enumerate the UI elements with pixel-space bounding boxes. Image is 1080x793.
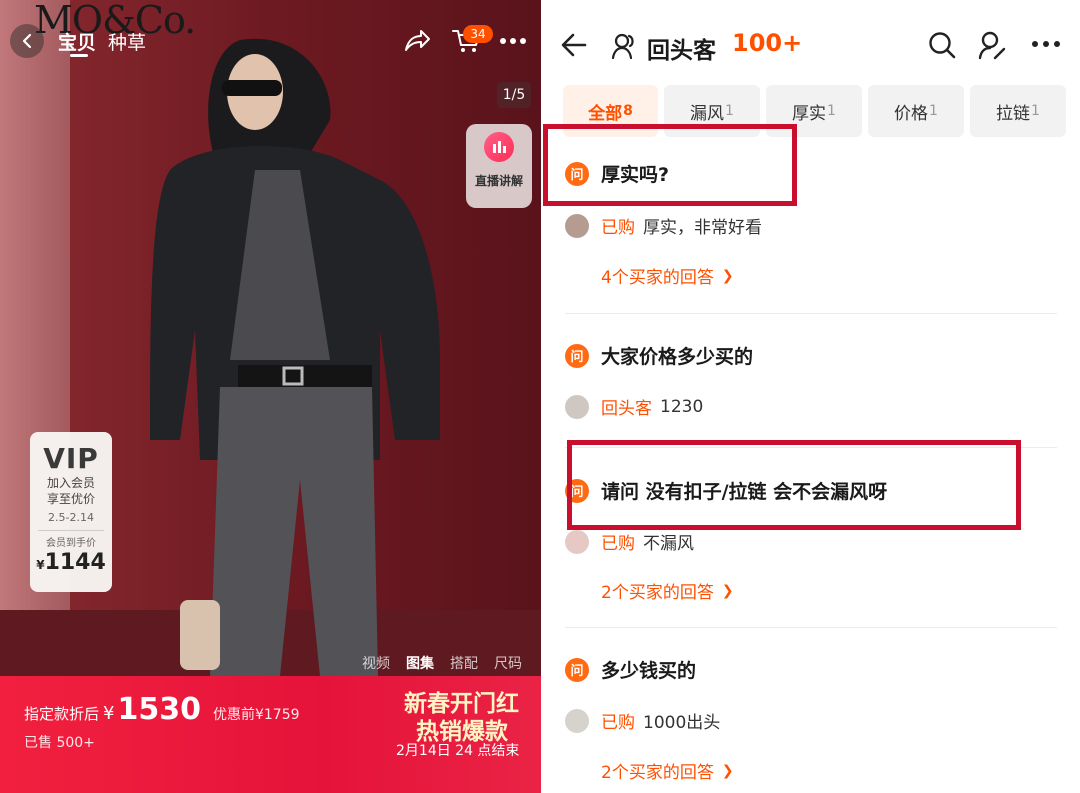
- promo-end-time: 2月14日 24 点结束: [396, 743, 520, 759]
- tab-zhongcao[interactable]: 种草: [108, 28, 146, 55]
- chip-label: 漏风: [690, 103, 725, 124]
- vip-price-symbol: ¥: [36, 558, 45, 572]
- more-dots-icon: [500, 38, 526, 44]
- chip-count: 1: [827, 103, 836, 119]
- more-dots-icon[interactable]: [1029, 32, 1063, 56]
- share-button[interactable]: [398, 24, 436, 58]
- chip-count: 1: [1031, 103, 1040, 119]
- gallery-tab-size[interactable]: 尺码: [494, 653, 522, 673]
- promo-banner[interactable]: 指定款折后 ¥ 1530 优惠前¥1759 已售 500+ 新春开门红 热销爆款…: [0, 676, 541, 793]
- page-title: 回头客: [647, 38, 716, 64]
- promo-currency: ¥: [103, 703, 115, 724]
- more-answers-link[interactable]: 2个买家的回答 ❯: [601, 758, 734, 784]
- answer-tag: 已购: [601, 534, 635, 554]
- image-page-counter: 1/5: [497, 82, 531, 108]
- users-icon: [611, 33, 634, 60]
- promo-discount-label: 指定款折后: [24, 705, 100, 723]
- answer-tag: 已购: [601, 218, 635, 238]
- answer-row: 已购 厚实，非常好看: [565, 213, 762, 238]
- divider: [565, 627, 1057, 628]
- product-detail-panel: MO&Co. 宝贝 种草 34 1/5 直播讲解 VIP 加入会员 享至优价 2…: [0, 0, 541, 793]
- more-answers-label: 2个买家的回答: [601, 583, 714, 603]
- avatar: [565, 529, 589, 554]
- tab-baobei[interactable]: 宝贝: [58, 28, 96, 55]
- more-button[interactable]: [494, 24, 532, 58]
- live-explain-button[interactable]: 直播讲解: [466, 124, 532, 208]
- answer-text: 不漏风: [643, 534, 694, 554]
- chip-label: 厚实: [792, 103, 827, 124]
- highlight-box: [543, 124, 797, 206]
- vip-title: VIP: [43, 442, 99, 475]
- repeat-customer-count: 100+: [732, 29, 803, 57]
- user-edit-icon[interactable]: [977, 30, 1007, 60]
- answer-text: 1230: [660, 396, 704, 417]
- sold-count: 已售 500+: [24, 735, 95, 751]
- chip-label: 拉链: [996, 103, 1031, 124]
- chevron-right-icon: ❯: [721, 582, 734, 599]
- qa-panel: 回头客 100+ 全部 8 漏风 1 厚实 1 价格 1 拉链 1 问 厚实吗? 已购 厚…: [541, 0, 1080, 793]
- more-answers-label: 4个买家的回答: [601, 268, 714, 288]
- vip-member-price-label: 会员到手价: [46, 538, 96, 549]
- more-answers-link[interactable]: 4个买家的回答 ❯: [601, 263, 734, 289]
- chip-price[interactable]: 价格 1: [868, 85, 964, 137]
- avatar: [565, 394, 589, 419]
- question-row[interactable]: 问 大家价格多少买的: [565, 342, 753, 369]
- vip-member-price: ¥1144: [30, 550, 112, 575]
- gallery-tabs: 视频 图集 搭配 尺码: [362, 653, 522, 673]
- chevron-right-icon: ❯: [721, 267, 734, 284]
- promo-price: 1530: [117, 692, 201, 727]
- vip-join-text: 加入会员: [46, 476, 95, 490]
- vip-price-card[interactable]: VIP 加入会员 享至优价 2.5-2.14 会员到手价 ¥1144: [30, 432, 112, 592]
- question-text: 多少钱买的: [601, 660, 697, 682]
- answer-row: 已购 1000出头: [565, 708, 720, 733]
- arrow-left-icon[interactable]: [559, 30, 589, 60]
- chip-count: 1: [929, 103, 938, 119]
- avatar: [565, 213, 589, 238]
- chevron-left-icon: [22, 33, 32, 49]
- avatar: [565, 708, 589, 733]
- vip-price-value: 1144: [44, 550, 106, 575]
- answer-text: 1000出头: [643, 713, 721, 733]
- answer-text: 厚实，非常好看: [643, 218, 762, 238]
- promo-original-price: 优惠前¥1759: [212, 707, 300, 723]
- chevron-right-icon: ❯: [721, 762, 734, 779]
- vip-dates: 2.5-2.14: [48, 511, 94, 524]
- gallery-tab-video[interactable]: 视频: [362, 653, 390, 673]
- chip-zipper[interactable]: 拉链 1: [970, 85, 1066, 137]
- chip-count: 8: [623, 103, 633, 119]
- more-answers-link[interactable]: 2个买家的回答 ❯: [601, 578, 734, 604]
- live-bars-icon: [484, 132, 514, 162]
- more-answers-label: 2个买家的回答: [601, 763, 714, 783]
- live-explain-label: 直播讲解: [474, 174, 523, 188]
- promo-price-row: 指定款折后 ¥ 1530 优惠前¥1759: [24, 692, 300, 727]
- divider: [565, 313, 1057, 314]
- chip-label: 价格: [894, 103, 929, 124]
- cart-count-badge: 34: [463, 25, 493, 43]
- question-row[interactable]: 问 多少钱买的: [565, 656, 696, 683]
- highlight-box: [567, 440, 1021, 530]
- active-tab-indicator: [70, 54, 88, 57]
- question-text: 大家价格多少买的: [601, 346, 754, 368]
- share-icon: [405, 30, 430, 51]
- question-icon: 问: [565, 657, 589, 682]
- qa-header: 回头客 100+: [541, 20, 1080, 74]
- gallery-tab-images[interactable]: 图集: [406, 653, 434, 673]
- search-icon[interactable]: [927, 30, 957, 60]
- answer-tag: 已购: [601, 713, 635, 733]
- chip-count: 1: [725, 103, 734, 119]
- vip-divider: [38, 530, 104, 531]
- answer-row: 回头客 1230: [565, 394, 703, 419]
- back-button[interactable]: [10, 24, 44, 58]
- answer-tag: 回头客: [601, 399, 652, 419]
- vip-benefit-text: 享至优价: [46, 492, 95, 506]
- chip-label: 全部: [588, 103, 623, 124]
- question-icon: 问: [565, 343, 589, 368]
- gallery-tab-outfit[interactable]: 搭配: [450, 653, 478, 673]
- answer-row: 已购 不漏风: [565, 529, 694, 554]
